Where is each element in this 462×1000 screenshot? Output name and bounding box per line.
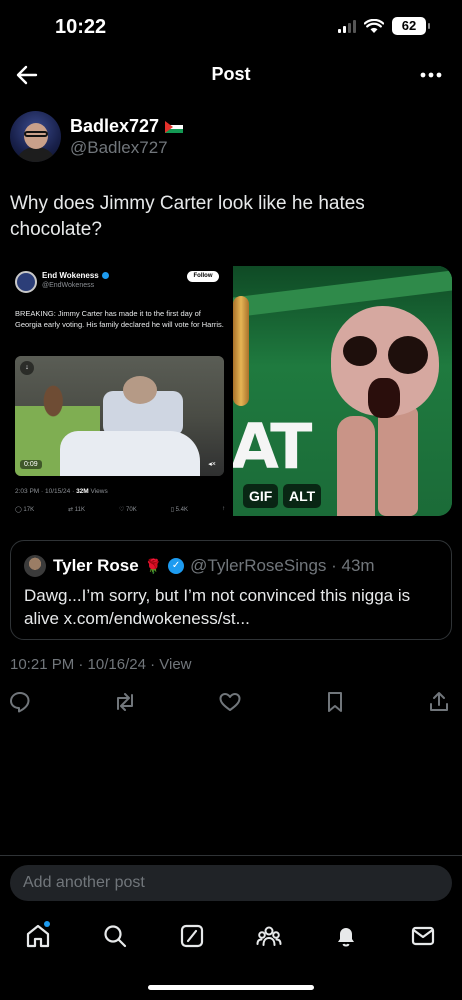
gif-decorative-letters: AT [233,410,312,483]
screenshot-replies: ◯ 17K [15,507,35,513]
reply-icon[interactable] [8,690,32,714]
battery-icon: 62 [392,17,430,35]
page-title: Post [211,64,251,84]
palestine-flag-icon [165,120,184,133]
alt-badge[interactable]: ALT [283,484,322,508]
quoted-name: Tyler Rose [53,556,139,575]
home-notification-dot [44,921,50,927]
messages-icon[interactable] [409,922,437,950]
quoted-header: Tyler Rose 🌹 ✓ @TylerRoseSings · 43m [53,556,375,576]
grok-icon[interactable] [178,922,206,950]
media-image-tweet-screenshot[interactable]: End Wokeness @EndWokeness Follow BREAKIN… [10,266,229,516]
search-icon[interactable] [101,922,129,950]
quoted-text: Dawg...I’m sorry, but I’m not convinced … [24,586,411,628]
screenshot-reposts: ⇄ 11K [68,507,85,513]
rose-emoji: 🌹 [144,557,163,574]
post-text: Why does Jimmy Carter look like he hates… [10,193,365,240]
avatar[interactable] [10,111,61,162]
quoted-post[interactable]: Tyler Rose 🌹 ✓ @TylerRoseSings · 43m Daw… [10,540,452,640]
mute-icon: ◂× [208,461,216,468]
screenshot-meta: 2:03 PM · 10/15/24 · 32M Views [15,488,108,495]
screenshot-likes: ♡ 70K [118,507,137,513]
share-icon[interactable] [427,690,451,714]
screenshot-follow-button: Follow [187,271,219,282]
screenshot-text: BREAKING: Jimmy Carter has made it to th… [15,309,224,329]
screenshot-share: ↑ [222,506,225,512]
composer-divider [0,855,462,856]
status-time: 10:22 [55,16,107,38]
verified-badge-icon: ✓ [168,558,185,574]
screenshot-date: 2:03 PM · 10/15/24 · [15,488,77,495]
verified-badge-icon [101,272,109,280]
screenshot-bookmarks: ▯ 5.4K [170,507,189,513]
bookmark-icon[interactable] [323,690,347,714]
screenshot-name-text: End Wokeness [42,271,99,280]
author-display-name[interactable]: Badlex727 [70,116,159,137]
screenshot-reposts-count: 11K [74,507,85,513]
screenshot-likes-count: 70K [126,507,137,513]
post-action-bar [0,686,462,718]
more-icon[interactable] [418,63,444,87]
media-gif[interactable]: AT GIF ALT [233,266,452,516]
wifi-icon [364,18,384,33]
top-bar: Post [0,54,462,96]
video-duration: 0:09 [20,460,42,469]
author-handle[interactable]: @Badlex727 [70,138,168,158]
quoted-avatar [24,555,46,577]
communities-icon[interactable] [255,922,283,950]
repost-icon[interactable] [113,690,137,714]
screenshot-replies-count: 17K [23,507,35,513]
like-icon[interactable] [218,690,242,714]
post-timestamp[interactable]: 10:21 PM · 10/16/24 · View [10,656,192,673]
screenshot-views-label: Views [88,488,108,495]
author-name-row: Badlex727 [70,116,184,137]
screenshot-views-count: 32M [76,488,89,495]
screenshot-name: End Wokeness [42,271,109,280]
notifications-icon[interactable] [332,922,360,950]
status-icons: 62 [338,17,430,35]
screenshot-video: ↓ 0:09 ◂× [15,356,224,476]
screenshot-bookmarks-count: 5.4K [175,507,189,513]
gif-badge: GIF [243,484,279,508]
bottom-tab-bar [0,918,462,958]
reply-input-placeholder[interactable]: Add another post [23,874,145,892]
status-bar: 10:22 62 [0,0,462,54]
screenshot-handle: @EndWokeness [42,282,95,289]
cellular-signal-icon [338,19,356,33]
download-icon: ↓ [20,361,34,375]
screenshot-actions: ◯ 17K ⇄ 11K ♡ 70K ▯ 5.4K ↑ [15,506,225,513]
reply-composer[interactable]: Add another post [10,865,452,901]
quoted-handle: @TylerRoseSings · 43m [190,556,375,575]
screenshot-avatar [15,271,37,293]
home-indicator[interactable] [148,985,314,990]
